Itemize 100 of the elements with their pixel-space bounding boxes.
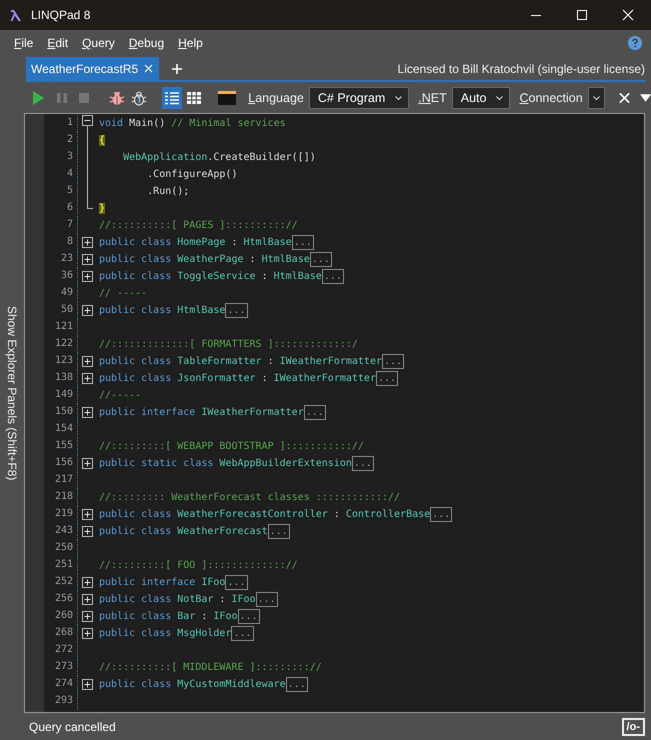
collapsed-region-marker[interactable]: ... bbox=[225, 303, 248, 318]
collapsed-region-marker[interactable]: ... bbox=[430, 507, 452, 522]
code-text: //::::::::::[ MIDDLEWARE ]:::::::::// bbox=[99, 662, 322, 673]
collapsed-region-marker[interactable]: ... bbox=[238, 609, 260, 624]
line-number: 268 bbox=[44, 625, 78, 642]
menu-item[interactable]: File bbox=[14, 36, 34, 50]
expand-icon[interactable] bbox=[82, 611, 93, 622]
line-number: 156 bbox=[44, 455, 78, 472]
expand-icon[interactable] bbox=[82, 628, 93, 639]
collapse-icon[interactable] bbox=[82, 115, 93, 132]
code-text: public class NotBar : IFoo bbox=[99, 594, 256, 605]
fold-end-line bbox=[87, 200, 93, 209]
expand-icon[interactable] bbox=[82, 509, 93, 520]
code-text: public static class WebAppBuilderExtension bbox=[99, 458, 352, 469]
code-text: .Run(); bbox=[146, 186, 190, 197]
expand-icon[interactable] bbox=[82, 526, 93, 537]
line-number: 154 bbox=[44, 421, 78, 438]
language-dropdown[interactable]: C# Program bbox=[308, 87, 410, 109]
menu-item[interactable]: Query bbox=[82, 36, 115, 50]
chevron-down-icon bbox=[592, 96, 600, 100]
code-text: //----- bbox=[99, 390, 142, 401]
menu-item[interactable]: Help bbox=[178, 36, 203, 50]
collapsed-region-marker[interactable]: ... bbox=[376, 371, 398, 386]
menu-item[interactable]: Edit bbox=[47, 36, 68, 50]
code-text: //::::::::::[ PAGES ]::::::::::// bbox=[99, 220, 298, 231]
line-number: 122 bbox=[44, 336, 78, 353]
window-title: LINQPad 8 bbox=[31, 8, 90, 22]
close-icon[interactable] bbox=[618, 91, 631, 105]
line-number: 3 bbox=[44, 149, 78, 166]
line-number: 219 bbox=[44, 506, 78, 523]
line-number: 250 bbox=[44, 540, 78, 557]
line-number: 218 bbox=[44, 489, 78, 506]
line-number: 121 bbox=[44, 319, 78, 336]
code-text: WebApplication.CreateBuilder([]) bbox=[122, 152, 316, 163]
collapsed-region-marker[interactable]: ... bbox=[256, 592, 278, 607]
collapsed-region-marker[interactable]: ... bbox=[322, 269, 344, 284]
collapsed-region-marker[interactable]: ... bbox=[310, 252, 332, 267]
collapsed-region-marker[interactable]: ... bbox=[292, 235, 314, 250]
code-text: public class HomePage : HtmlBase bbox=[99, 237, 292, 248]
expand-icon[interactable] bbox=[82, 305, 93, 316]
line-number: 272 bbox=[44, 642, 78, 659]
line-number: 150 bbox=[44, 404, 78, 421]
code-text: public class WeatherForecast bbox=[99, 526, 268, 537]
code-text: public class WeatherForecastController : ControllerBase bbox=[99, 509, 430, 520]
line-number: 23 bbox=[44, 251, 78, 268]
line-number: 7 bbox=[44, 217, 78, 234]
collapsed-region-marker[interactable]: ... bbox=[304, 405, 326, 420]
expand-icon[interactable] bbox=[82, 373, 93, 384]
status-toggle-button[interactable]: /o- bbox=[622, 718, 645, 736]
collapsed-region-marker[interactable]: ... bbox=[286, 677, 308, 692]
code-text: public interface IWeatherFormatter bbox=[99, 407, 304, 418]
line-number: 256 bbox=[44, 591, 78, 608]
framework-dropdown[interactable]: Auto bbox=[452, 87, 510, 109]
code-text: public class MyCustomMiddleware bbox=[99, 679, 286, 690]
code-text: //:::::::::[ WEBAPP BOOTSTRAP ]:::::::::::// bbox=[99, 441, 364, 452]
collapsed-region-marker[interactable]: ... bbox=[231, 626, 254, 641]
expand-icon[interactable] bbox=[82, 458, 93, 469]
line-number: 260 bbox=[44, 608, 78, 625]
add-tab-icon[interactable] bbox=[171, 62, 184, 74]
expand-icon[interactable] bbox=[82, 237, 93, 248]
line-number: 8 bbox=[44, 234, 78, 251]
line-number: 149 bbox=[44, 387, 78, 404]
line-number: 217 bbox=[44, 472, 78, 489]
line-number: 123 bbox=[44, 353, 78, 370]
chevron-down-icon bbox=[395, 96, 402, 100]
line-number: 6 bbox=[44, 200, 78, 217]
line-number: 251 bbox=[44, 557, 78, 574]
expand-icon[interactable] bbox=[82, 356, 93, 367]
code-text: { bbox=[99, 135, 106, 146]
expand-icon[interactable] bbox=[82, 407, 93, 418]
expand-icon[interactable] bbox=[82, 271, 93, 282]
expand-icon[interactable] bbox=[82, 254, 93, 265]
expand-icon[interactable] bbox=[82, 679, 93, 690]
code-text: public class WeatherPage : HtmlBase bbox=[99, 254, 310, 265]
chevron-down-icon bbox=[496, 96, 504, 100]
license-text: Licensed to Bill Kratochvil (single-user license) bbox=[398, 62, 645, 76]
collapsed-region-marker[interactable]: ... bbox=[382, 354, 404, 369]
code-text: void Main() // Minimal services bbox=[99, 118, 286, 129]
line-number: 155 bbox=[44, 438, 78, 455]
list-icon bbox=[164, 90, 180, 106]
collapsed-region-marker[interactable]: ... bbox=[268, 524, 290, 539]
field-label: Connection bbox=[519, 91, 583, 105]
help-icon[interactable] bbox=[628, 36, 642, 50]
query-tab[interactable]: WeatherForecastR5 bbox=[26, 57, 160, 80]
show-explorer-panels-button[interactable]: Show Explorer Panels (Shift+F8) bbox=[0, 113, 24, 713]
dropdown-arrow-icon[interactable] bbox=[640, 93, 651, 103]
connection-dropdown[interactable] bbox=[588, 87, 605, 109]
rich-text-results-button[interactable] bbox=[162, 87, 182, 109]
close-tab-icon[interactable] bbox=[144, 64, 154, 73]
line-number: 4 bbox=[44, 166, 78, 183]
code-text: // ----- bbox=[99, 288, 148, 299]
expand-icon[interactable] bbox=[82, 594, 93, 605]
line-number: 274 bbox=[44, 676, 78, 693]
expand-icon[interactable] bbox=[82, 577, 93, 588]
collapsed-region-marker[interactable]: ... bbox=[225, 575, 248, 590]
code-text: public class JsonFormatter : IWeatherFormatter bbox=[99, 373, 376, 384]
collapsed-region-marker[interactable]: ... bbox=[352, 456, 374, 471]
menu-item[interactable]: Debug bbox=[128, 36, 164, 50]
code-text: public class ToggleService : HtmlBase bbox=[99, 271, 322, 282]
line-number: 5 bbox=[44, 183, 78, 200]
